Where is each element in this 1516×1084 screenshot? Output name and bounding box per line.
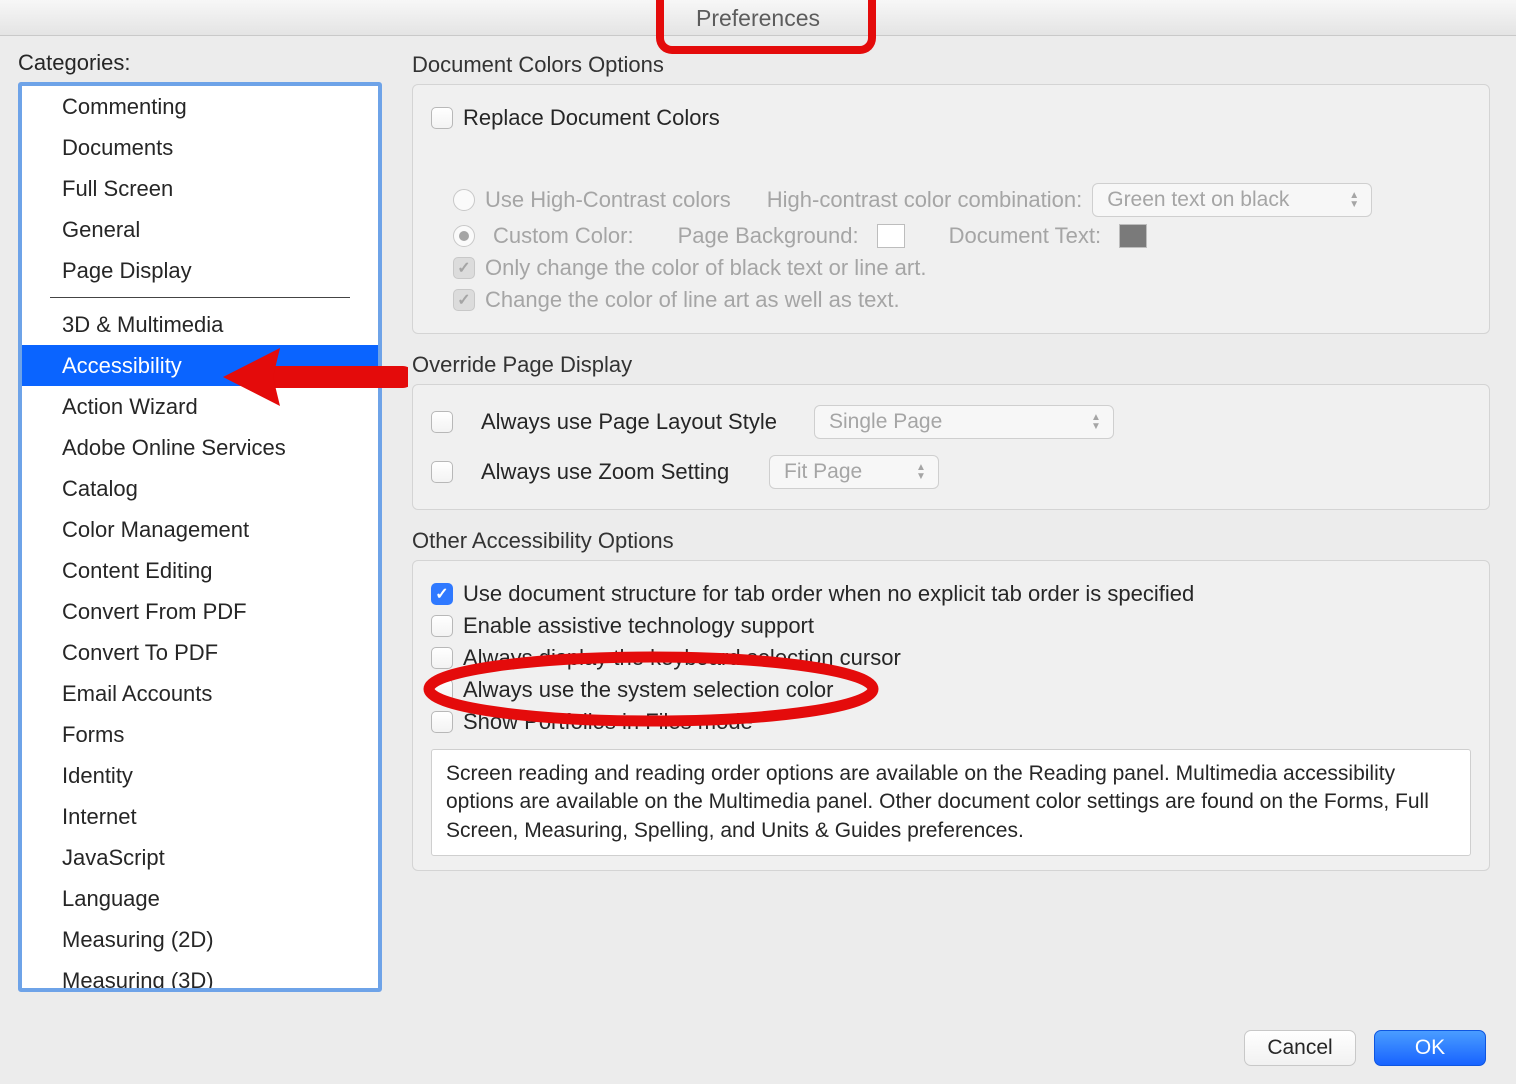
- label-always-zoom: Always use Zoom Setting: [481, 459, 741, 485]
- sidebar-item-general[interactable]: General: [22, 209, 378, 250]
- window-title: Preferences: [696, 5, 820, 31]
- sidebar-item-commenting[interactable]: Commenting: [22, 86, 378, 127]
- sidebar-item-accessibility[interactable]: Accessibility: [22, 345, 378, 386]
- checkbox-keyboard-selection-cursor[interactable]: [431, 647, 453, 669]
- checkbox-always-zoom[interactable]: [431, 461, 453, 483]
- sidebar-item-3d-multimedia[interactable]: 3D & Multimedia: [22, 304, 378, 345]
- sidebar-item-email-accounts[interactable]: Email Accounts: [22, 673, 378, 714]
- sidebar-item-action-wizard[interactable]: Action Wizard: [22, 386, 378, 427]
- label-tab-order: Use document structure for tab order whe…: [463, 581, 1194, 607]
- checkbox-system-selection-color[interactable]: [431, 679, 453, 701]
- sidebar-item-internet[interactable]: Internet: [22, 796, 378, 837]
- checkbox-replace-document-colors[interactable]: [431, 107, 453, 129]
- stepper-icon: ▲▼: [1347, 189, 1361, 211]
- sidebar-item-adobe-online[interactable]: Adobe Online Services: [22, 427, 378, 468]
- sidebar-item-javascript[interactable]: JavaScript: [22, 837, 378, 878]
- categories-label: Categories:: [18, 50, 382, 76]
- label-always-page-layout: Always use Page Layout Style: [481, 409, 786, 435]
- checkbox-only-change-black: [453, 257, 475, 279]
- sidebar-item-measuring-3d[interactable]: Measuring (3D): [22, 960, 378, 992]
- categories-list[interactable]: Commenting Documents Full Screen General…: [18, 82, 382, 992]
- label-portfolios-files-mode: Show Portfolios in Files mode: [463, 709, 753, 735]
- radio-use-high-contrast: [453, 189, 475, 211]
- sidebar-separator: [50, 297, 350, 298]
- sidebar-item-documents[interactable]: Documents: [22, 127, 378, 168]
- stepper-icon: ▲▼: [914, 461, 928, 483]
- group-document-colors-label: Document Colors Options: [412, 52, 1490, 78]
- sidebar-item-identity[interactable]: Identity: [22, 755, 378, 796]
- label-page-background: Page Background:: [678, 223, 859, 249]
- dropdown-zoom-value: Fit Page: [784, 460, 862, 484]
- dropdown-high-contrast-value: Green text on black: [1107, 188, 1289, 212]
- label-custom-color: Custom Color:: [493, 223, 634, 249]
- label-document-text: Document Text:: [949, 223, 1101, 249]
- dropdown-page-layout: Single Page ▲▼: [814, 405, 1114, 439]
- stepper-icon: ▲▼: [1089, 411, 1103, 433]
- sidebar-item-page-display[interactable]: Page Display: [22, 250, 378, 291]
- panel-override-page-display: Always use Page Layout Style Single Page…: [412, 384, 1490, 510]
- sidebar-item-language[interactable]: Language: [22, 878, 378, 919]
- dropdown-page-layout-value: Single Page: [829, 410, 942, 434]
- dropdown-zoom: Fit Page ▲▼: [769, 455, 939, 489]
- sidebar-item-convert-to-pdf[interactable]: Convert To PDF: [22, 632, 378, 673]
- swatch-page-background: [877, 224, 905, 248]
- label-use-high-contrast: Use High-Contrast colors: [485, 187, 731, 213]
- window-titlebar: Preferences: [0, 0, 1516, 36]
- sidebar-item-full-screen[interactable]: Full Screen: [22, 168, 378, 209]
- sidebar-item-color-management[interactable]: Color Management: [22, 509, 378, 550]
- label-hc-combo-caption: High-contrast color combination:: [767, 187, 1082, 213]
- sidebar-item-content-editing[interactable]: Content Editing: [22, 550, 378, 591]
- ok-button[interactable]: OK: [1374, 1030, 1486, 1066]
- dropdown-high-contrast: Green text on black ▲▼: [1092, 183, 1372, 217]
- note-other-panels: Screen reading and reading order options…: [431, 749, 1471, 856]
- dialog-footer: Cancel OK: [0, 1016, 1516, 1066]
- cancel-button[interactable]: Cancel: [1244, 1030, 1356, 1066]
- panel-document-colors: Replace Document Colors Use High-Contras…: [412, 84, 1490, 334]
- checkbox-always-page-layout[interactable]: [431, 411, 453, 433]
- sidebar-item-measuring-2d[interactable]: Measuring (2D): [22, 919, 378, 960]
- checkbox-change-lineart: [453, 289, 475, 311]
- group-override-page-display-label: Override Page Display: [412, 352, 1490, 378]
- swatch-document-text: [1119, 224, 1147, 248]
- label-only-change-black: Only change the color of black text or l…: [485, 255, 926, 281]
- label-system-selection-color: Always use the system selection color: [463, 677, 834, 703]
- label-enable-assistive: Enable assistive technology support: [463, 613, 814, 639]
- label-change-lineart: Change the color of line art as well as …: [485, 287, 900, 313]
- checkbox-tab-order[interactable]: [431, 583, 453, 605]
- label-replace-document-colors: Replace Document Colors: [463, 105, 720, 131]
- sidebar-item-convert-from-pdf[interactable]: Convert From PDF: [22, 591, 378, 632]
- checkbox-portfolios-files-mode[interactable]: [431, 711, 453, 733]
- checkbox-enable-assistive[interactable]: [431, 615, 453, 637]
- sidebar-item-catalog[interactable]: Catalog: [22, 468, 378, 509]
- label-keyboard-selection-cursor: Always display the keyboard selection cu…: [463, 645, 901, 671]
- panel-other-accessibility: Use document structure for tab order whe…: [412, 560, 1490, 871]
- group-other-accessibility-label: Other Accessibility Options: [412, 528, 1490, 554]
- radio-custom-color: [453, 225, 475, 247]
- sidebar-item-forms[interactable]: Forms: [22, 714, 378, 755]
